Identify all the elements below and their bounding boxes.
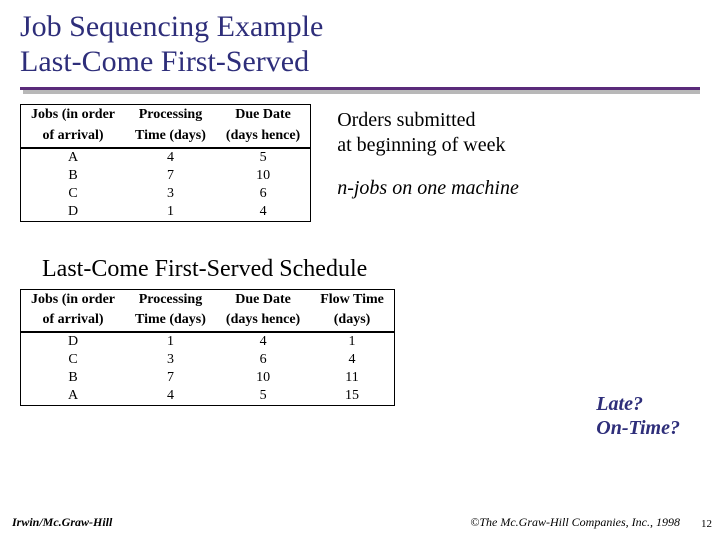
table-row: D 1 4 [21, 203, 311, 222]
t2-h1a: Processing [125, 289, 216, 310]
page-number: 12 [701, 518, 712, 530]
t2-h2b: (days hence) [216, 310, 310, 332]
table-row: A 4 5 15 [21, 387, 395, 406]
t1-h2b: (days hence) [216, 126, 311, 148]
schedule-table: Jobs (in order Processing Due Date Flow … [20, 289, 700, 407]
title-line-1: Job Sequencing Example [20, 10, 700, 45]
footer-copyright: ©The Mc.Graw-Hill Companies, Inc., 1998 [470, 515, 680, 530]
late-ontime-callout: Late? On-Time? [596, 392, 680, 440]
footer-publisher: Irwin/Mc.Graw-Hill [12, 515, 112, 530]
t1-h0b: of arrival) [21, 126, 126, 148]
side-notes: Orders submitted at beginning of week n-… [337, 104, 519, 201]
t2-h0b: of arrival) [21, 310, 126, 332]
title-divider-shadow [23, 90, 700, 94]
table-row: B 7 10 [21, 167, 311, 185]
table-row: A 4 5 [21, 148, 311, 167]
t1-h1b: Time (days) [125, 126, 216, 148]
t2-h2a: Due Date [216, 289, 310, 310]
table-row: C 3 6 4 [21, 351, 395, 369]
t2-h3b: (days) [310, 310, 394, 332]
t1-h0a: Jobs (in order [21, 105, 126, 126]
title-line-2: Last-Come First-Served [20, 45, 700, 80]
table-row: B 7 10 11 [21, 369, 395, 387]
schedule-subheading: Last-Come First-Served Schedule [42, 256, 700, 283]
callout-late: Late? [596, 392, 680, 416]
t2-h1b: Time (days) [125, 310, 216, 332]
note-njobs: n-jobs on one machine [337, 176, 519, 201]
note-orders-b: at beginning of week [337, 133, 519, 158]
t1-h1a: Processing [125, 105, 216, 126]
note-orders-a: Orders submitted [337, 108, 519, 133]
t2-h0a: Jobs (in order [21, 289, 126, 310]
arrival-table: Jobs (in order Processing Due Date of ar… [20, 104, 311, 222]
t2-h3a: Flow Time [310, 289, 394, 310]
callout-ontime: On-Time? [596, 416, 680, 440]
table-row: D 1 4 1 [21, 332, 395, 351]
t1-h2a: Due Date [216, 105, 311, 126]
table-row: C 3 6 [21, 185, 311, 203]
slide-title: Job Sequencing Example Last-Come First-S… [20, 10, 700, 79]
